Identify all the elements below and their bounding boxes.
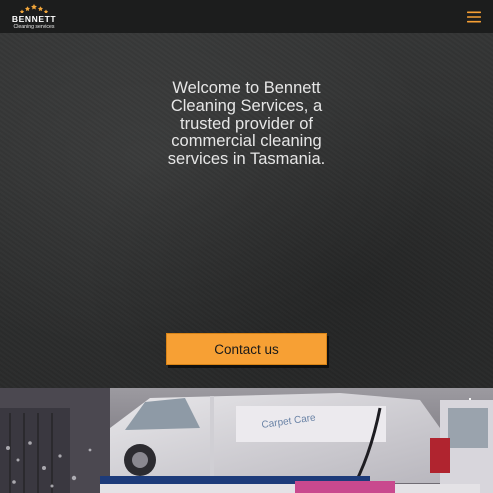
logo-wordmark: BENNETT	[11, 14, 57, 24]
site-header: BENNETT Cleaning services	[0, 0, 493, 33]
hero-photo-van: Carpet Care	[0, 388, 493, 493]
van-photo-image: Carpet Care	[0, 388, 493, 493]
hero-headline: Welcome to Bennett Cleaning Services, a …	[167, 79, 326, 169]
bennett-logo[interactable]: BENNETT Cleaning services	[10, 3, 58, 31]
logo-tagline: Cleaning services	[13, 24, 55, 30]
contact-us-button[interactable]: Contact us	[166, 333, 327, 365]
logo-stars-icon	[19, 4, 49, 13]
hamburger-menu-icon[interactable]	[466, 10, 482, 24]
